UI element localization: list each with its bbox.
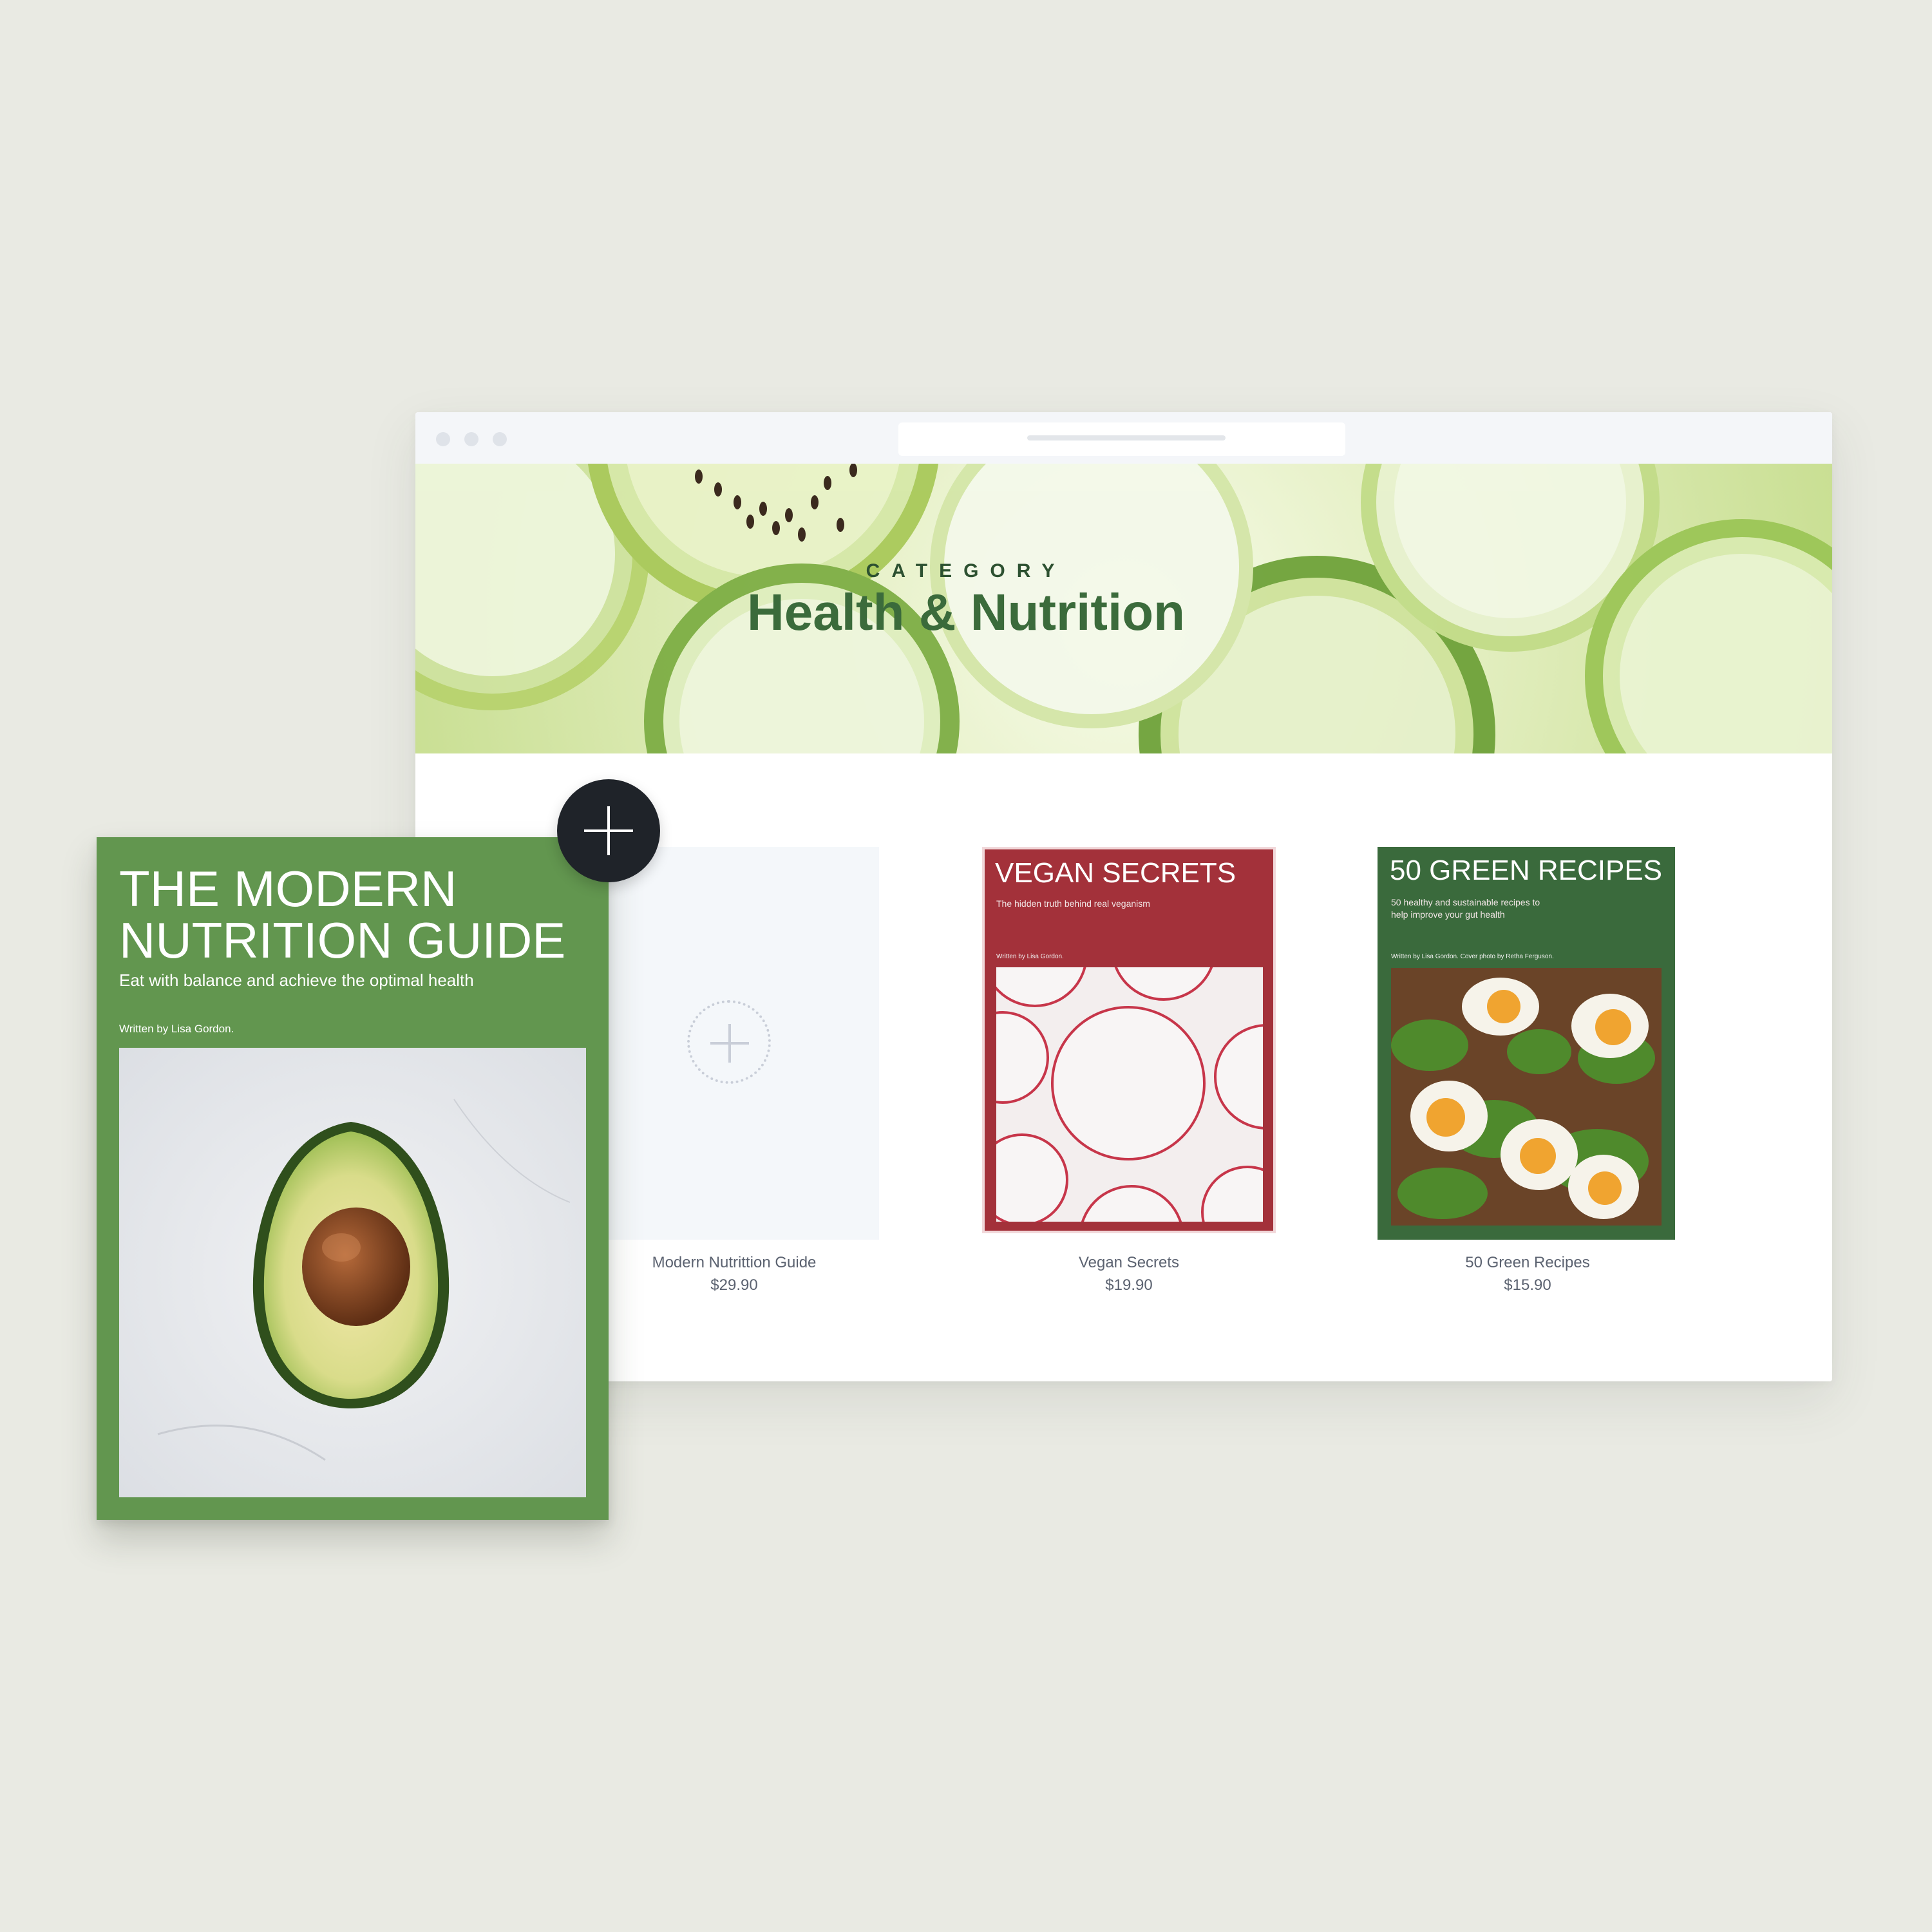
plus-icon (728, 1024, 731, 1063)
product-name[interactable]: Modern Nutrittion Guide (592, 1254, 876, 1272)
book-photo (119, 1048, 586, 1497)
avocado-egg-toast-illustration (1391, 968, 1662, 1226)
book-title-line: NUTRITION GUIDE (119, 912, 566, 969)
category-eyebrow: CATEGORY (866, 560, 1066, 582)
cover-subtitle: 50 healthy and sustainable recipes to (1391, 897, 1540, 907)
cover-photo (996, 967, 1263, 1222)
product-price: $19.90 (1105, 1276, 1153, 1294)
product-cover-vegan-secrets[interactable]: VEGAN SECRETS The hidden truth behind re… (982, 847, 1276, 1233)
book-author: Written by Lisa Gordon. (119, 1023, 234, 1035)
window-dot[interactable] (436, 432, 450, 446)
cover-title: 50 GREEN RECIPES (1390, 855, 1663, 886)
cover-title: VEGAN SECRETS (995, 857, 1236, 889)
cover-subtitle: help improve your gut health (1391, 909, 1505, 920)
product-cover-50-green-recipes[interactable]: 50 GREEN RECIPES 50 healthy and sustaina… (1378, 847, 1675, 1240)
product-price: $15.90 (1504, 1276, 1551, 1294)
cover-photo (1391, 968, 1662, 1226)
product-name[interactable]: Vegan Secrets (987, 1254, 1271, 1272)
product-name[interactable]: 50 Green Recipes (1386, 1254, 1669, 1272)
category-title: Health & Nutrition (747, 583, 1185, 641)
window-dot[interactable] (493, 432, 507, 446)
book-title-line: THE MODERN (119, 860, 457, 917)
address-bar-placeholder (1027, 435, 1226, 440)
add-product-button[interactable] (557, 779, 660, 882)
product-price: $29.90 (710, 1276, 758, 1294)
cover-subtitle: The hidden truth behind real veganism (996, 898, 1150, 909)
book-title: THE MODERN NUTRITION GUIDE (119, 863, 596, 966)
window-dot[interactable] (464, 432, 478, 446)
avocado-half-illustration (119, 1048, 586, 1497)
plus-icon (607, 806, 610, 855)
book-subtitle: Eat with balance and achieve the optimal… (119, 971, 474, 990)
radish-slices-illustration (996, 967, 1263, 1222)
browser-chrome (415, 412, 1832, 464)
cover-author: Written by Lisa Gordon. (996, 953, 1064, 960)
book-cover-modern-nutrition-guide[interactable]: THE MODERN NUTRITION GUIDE Eat with bala… (97, 837, 609, 1520)
cover-author: Written by Lisa Gordon. Cover photo by R… (1391, 953, 1554, 960)
